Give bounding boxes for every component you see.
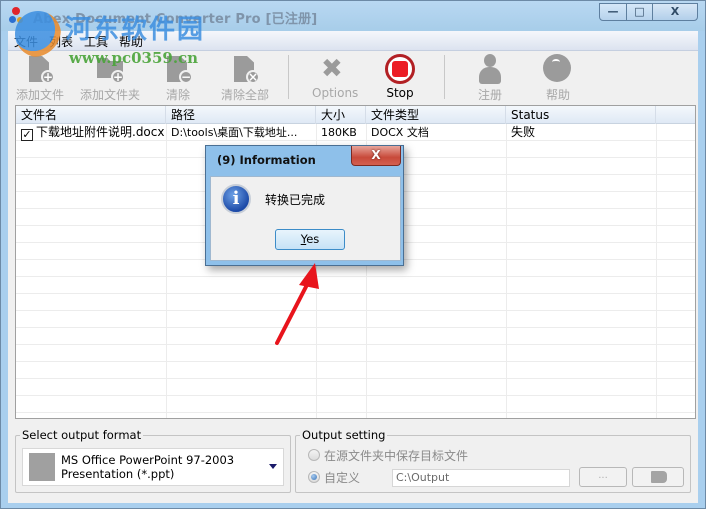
clear-all-icon: × [230,54,260,84]
folder-icon [651,471,667,483]
empty-row [16,277,695,294]
stop-button[interactable]: Stop [382,54,418,102]
help-button[interactable]: 帮助 [540,54,576,102]
annotation-arrow [275,263,319,345]
list-header: 文件名 路径 大小 文件类型 Status [16,106,695,124]
maximize-icon: □ [634,5,645,18]
yes-label: es [306,232,320,246]
empty-row [16,379,695,396]
add-file-button[interactable]: + 添加文件 [14,54,66,102]
help-label: 帮助 [545,88,570,102]
clear-label: 清除 [165,88,190,102]
add-folder-label: 添加文件夹 [79,88,140,102]
clear-all-button[interactable]: × 清除全部 [218,54,272,102]
toolbar-separator [444,55,445,99]
information-dialog: (9) Information X i 转换已完成 Yes [205,145,404,266]
dialog-message: 转换已完成 [265,193,326,207]
empty-row [16,345,695,362]
minimize-button[interactable]: — [599,3,627,21]
column-header-type[interactable]: 文件类型 [366,106,506,124]
output-setting-label: Output setting [300,428,388,442]
output-format-label: Select output format [20,428,144,442]
column-header-path[interactable]: 路径 [166,106,316,124]
add-file-label: 添加文件 [15,88,64,102]
dialog-close-button[interactable]: X [351,146,401,166]
register-label: 注册 [477,88,502,102]
arrow-shaft [275,275,313,345]
empty-row [16,328,695,345]
column-divider [656,124,657,418]
empty-row [16,413,695,418]
output-format-value: MS Office PowerPoint 97-2003 Presentatio… [61,453,234,481]
format-line-2: Presentation (*.ppt) [61,467,175,481]
table-row[interactable]: ✓ 下载地址附件说明.docx D:\tools\桌面\下载地址... 180KB… [16,124,695,141]
watermark-site-name: 河东软件园 [65,15,206,45]
cell-type: DOCX 文档 [371,126,429,139]
file-name: 下载地址附件说明.docx [36,125,165,139]
maximize-button[interactable]: □ [626,3,653,21]
close-button[interactable]: X [652,3,698,21]
output-format-group: Select output format MS Office PowerPoin… [15,428,291,493]
options-button[interactable]: ✖ Options [312,54,359,102]
yes-button[interactable]: Yes [275,229,345,250]
cell-status: 失败 [511,125,536,139]
format-line-1: MS Office PowerPoint 97-2003 [61,453,235,467]
browse-button[interactable]: ... [579,467,627,487]
stop-icon [385,54,415,84]
column-header-filename[interactable]: 文件名 [16,106,166,124]
close-icon: X [371,148,381,162]
dialog-body: i 转换已完成 Yes [210,176,401,261]
column-divider [166,124,167,418]
empty-row [16,362,695,379]
radio-source-folder[interactable] [308,449,320,461]
output-path-input[interactable]: C:\Output [392,469,570,487]
empty-row [16,294,695,311]
user-icon [475,54,505,84]
register-button[interactable]: 注册 [472,54,508,102]
clear-all-label: 清除全部 [220,88,269,102]
cell-filename: ✓ 下载地址附件说明.docx [16,124,166,141]
watermark-logo [15,11,61,57]
source-folder-label[interactable]: 在源文件夹中保存目标文件 [324,447,468,464]
close-icon: X [670,5,680,18]
column-divider [506,124,507,418]
open-folder-button[interactable] [632,467,684,487]
information-icon: i [221,184,251,214]
stop-label: Stop [386,86,414,100]
dialog-title: (9) Information [217,153,316,167]
add-file-icon: + [25,54,55,84]
chevron-down-icon[interactable] [269,464,277,469]
format-thumbnail-icon [29,453,55,481]
radio-custom[interactable] [308,471,320,483]
watermark-url: www.pc0359.cn [69,49,199,67]
cell-size: 180KB [321,126,357,139]
help-icon [543,54,573,84]
row-checkbox[interactable]: ✓ [21,129,33,141]
output-setting-group: Output setting 在源文件夹中保存目标文件 自定义 C:\Outpu… [295,428,691,493]
column-header-status[interactable]: Status [506,106,656,124]
cell-path: D:\tools\桌面\下载地址... [171,126,298,139]
toolbar-separator [288,55,289,99]
app-window: Abex Document Converter Pro [已注册] — □ X … [0,0,706,509]
column-header-blank [656,106,695,124]
options-label: Options [312,86,359,100]
custom-label[interactable]: 自定义 [324,469,360,486]
output-format-dropdown[interactable]: MS Office PowerPoint 97-2003 Presentatio… [22,448,284,486]
minimize-icon: — [607,5,619,18]
arrow-head [299,263,319,289]
column-header-size[interactable]: 大小 [316,106,366,124]
empty-row [16,396,695,413]
client-area: 文件 列表 工具 帮助 + 添加文件 + 添加文件夹 − 清除 × 清除全部 [8,31,698,503]
empty-row [16,311,695,328]
wrench-screwdriver-icon: ✖ [321,54,343,84]
